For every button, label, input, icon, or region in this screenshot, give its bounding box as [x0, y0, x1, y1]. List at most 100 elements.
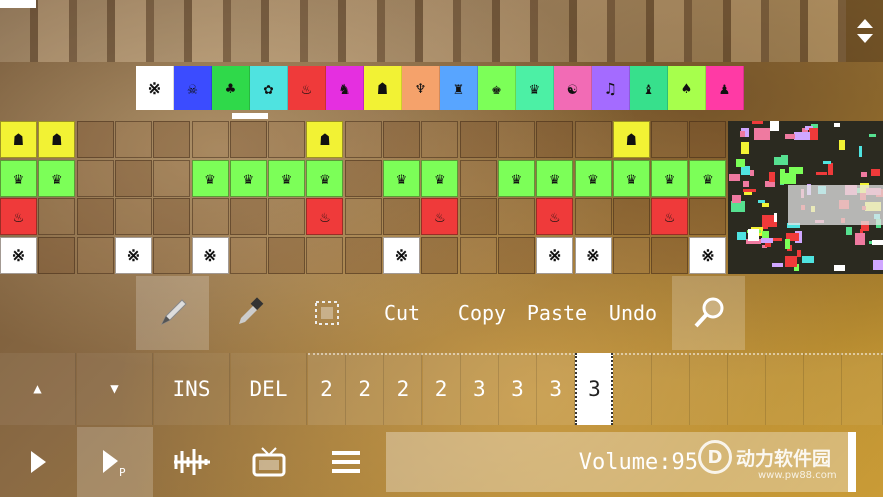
- note-cell-empty[interactable]: [497, 121, 535, 158]
- note-cell-filled[interactable]: ♛: [383, 159, 420, 197]
- note-cell-filled[interactable]: ♛: [421, 159, 459, 197]
- note-cell-empty[interactable]: [229, 121, 267, 158]
- palette-instrument-6[interactable]: ♞: [326, 66, 364, 110]
- palette-instrument-10[interactable]: ♚: [478, 66, 516, 110]
- select-tool-button[interactable]: [290, 276, 363, 350]
- note-cell-filled[interactable]: ♛: [574, 159, 612, 197]
- note-cell-empty[interactable]: [421, 236, 459, 274]
- palette-instrument-16[interactable]: ♟: [706, 66, 744, 110]
- note-cell-empty[interactable]: [114, 159, 152, 197]
- note-cell-empty[interactable]: [459, 121, 497, 158]
- note-cell-empty[interactable]: [459, 198, 497, 235]
- note-cell-empty[interactable]: [76, 198, 114, 235]
- preview-viewport[interactable]: [788, 185, 883, 225]
- note-cell-filled[interactable]: ☗: [306, 121, 344, 158]
- pattern-slot-empty[interactable]: [690, 353, 728, 425]
- note-cell-empty[interactable]: [536, 121, 574, 158]
- note-cell-filled[interactable]: ※: [536, 236, 574, 274]
- note-cell-empty[interactable]: [38, 198, 76, 235]
- note-cell-empty[interactable]: [268, 198, 306, 235]
- pencil-tool-button[interactable]: [136, 276, 209, 350]
- note-grid[interactable]: ☗ ☗ ☗ ☗ ♛ ♛ ♛ ♛ ♛ ♛ ♛ ♛ ♛ ♛ ♛ ♛ ♛ ♛ ♨ ♨ ♨ ♨ ♨ ※ ※ ※ ※ ※ ※ ※: [0, 121, 728, 275]
- note-cell-empty[interactable]: [574, 121, 612, 158]
- note-cell-filled[interactable]: ♨: [0, 198, 37, 235]
- delete-button[interactable]: DEL: [231, 353, 307, 425]
- pattern-slot-empty[interactable]: [728, 353, 766, 425]
- note-cell-empty[interactable]: [383, 121, 420, 158]
- note-cell-empty[interactable]: [574, 198, 612, 235]
- palette-instrument-12[interactable]: ☯: [554, 66, 592, 110]
- palette-instrument-9[interactable]: ♜: [440, 66, 478, 110]
- palette-instrument-8[interactable]: ♆: [402, 66, 440, 110]
- note-cell-empty[interactable]: [497, 236, 535, 274]
- note-cell-filled[interactable]: ♛: [612, 159, 650, 197]
- scroll-toggle-button[interactable]: [846, 0, 883, 62]
- note-cell-filled[interactable]: ♛: [651, 159, 689, 197]
- palette-instrument-5[interactable]: ♨: [288, 66, 326, 110]
- paste-button[interactable]: Paste: [517, 276, 597, 350]
- palette-instrument-15[interactable]: ♠: [668, 66, 706, 110]
- note-cell-empty[interactable]: [344, 236, 382, 274]
- note-cell-filled[interactable]: ※: [574, 236, 612, 274]
- pattern-slot[interactable]: 2: [384, 353, 423, 425]
- palette-instrument-2[interactable]: ☠: [174, 66, 212, 110]
- note-cell-empty[interactable]: [268, 236, 306, 274]
- note-cell-filled[interactable]: ♛: [306, 159, 344, 197]
- note-cell-empty[interactable]: [191, 198, 229, 235]
- pattern-slot-empty[interactable]: [614, 353, 652, 425]
- note-cell-empty[interactable]: [612, 236, 650, 274]
- note-cell-filled[interactable]: ♛: [536, 159, 574, 197]
- move-down-button[interactable]: ▼: [77, 353, 153, 425]
- note-cell-empty[interactable]: [114, 121, 152, 158]
- note-cell-filled[interactable]: ♨: [651, 198, 689, 235]
- note-cell-empty[interactable]: [191, 121, 229, 158]
- note-cell-empty[interactable]: [497, 198, 535, 235]
- note-cell-empty[interactable]: [114, 198, 152, 235]
- note-cell-filled[interactable]: ☗: [612, 121, 650, 158]
- song-overview-preview[interactable]: [728, 121, 883, 274]
- note-cell-empty[interactable]: [612, 198, 650, 235]
- note-cell-empty[interactable]: [344, 198, 382, 235]
- move-up-button[interactable]: ▲: [0, 353, 76, 425]
- play-pattern-button[interactable]: P: [77, 427, 153, 497]
- pattern-slot[interactable]: 2: [422, 353, 461, 425]
- pattern-slot-empty[interactable]: [842, 353, 883, 425]
- note-cell-empty[interactable]: [153, 198, 191, 235]
- note-cell-empty[interactable]: [344, 121, 382, 158]
- note-cell-empty[interactable]: [383, 198, 420, 235]
- play-button[interactable]: [0, 427, 76, 497]
- note-cell-empty[interactable]: [651, 236, 689, 274]
- note-cell-filled[interactable]: ☗: [0, 121, 37, 158]
- note-cell-filled[interactable]: ※: [114, 236, 152, 274]
- pattern-slot[interactable]: 3: [460, 353, 499, 425]
- cut-button[interactable]: Cut: [372, 276, 432, 350]
- pattern-slot[interactable]: 3: [499, 353, 537, 425]
- note-cell-empty[interactable]: [76, 159, 114, 197]
- note-cell-empty[interactable]: [344, 159, 382, 197]
- pattern-slot[interactable]: 2: [308, 353, 346, 425]
- note-cell-filled[interactable]: ※: [383, 236, 420, 274]
- note-cell-empty[interactable]: [689, 198, 727, 235]
- note-cell-empty[interactable]: [153, 121, 191, 158]
- volume-slider-handle[interactable]: [848, 432, 856, 492]
- undo-button[interactable]: Undo: [600, 276, 666, 350]
- note-cell-filled[interactable]: ☗: [38, 121, 76, 158]
- note-cell-empty[interactable]: [38, 236, 76, 274]
- pattern-slot-empty[interactable]: [804, 353, 842, 425]
- waveform-button[interactable]: [154, 427, 230, 497]
- copy-button[interactable]: Copy: [447, 276, 517, 350]
- note-cell-empty[interactable]: [421, 121, 459, 158]
- note-cell-filled[interactable]: ♛: [268, 159, 306, 197]
- palette-instrument-14[interactable]: ♝: [630, 66, 668, 110]
- palette-instrument-4[interactable]: ✿: [250, 66, 288, 110]
- pattern-slot[interactable]: 2: [346, 353, 385, 425]
- palette-instrument-11[interactable]: ♛: [516, 66, 554, 110]
- note-cell-empty[interactable]: [459, 159, 497, 197]
- palette-instrument-7[interactable]: ☗: [364, 66, 402, 110]
- note-cell-filled[interactable]: ♨: [306, 198, 344, 235]
- note-cell-empty[interactable]: [153, 236, 191, 274]
- tv-button[interactable]: [231, 427, 307, 497]
- note-cell-filled[interactable]: ※: [191, 236, 229, 274]
- note-cell-filled[interactable]: ♛: [229, 159, 267, 197]
- palette-instrument-1[interactable]: ※: [136, 66, 174, 110]
